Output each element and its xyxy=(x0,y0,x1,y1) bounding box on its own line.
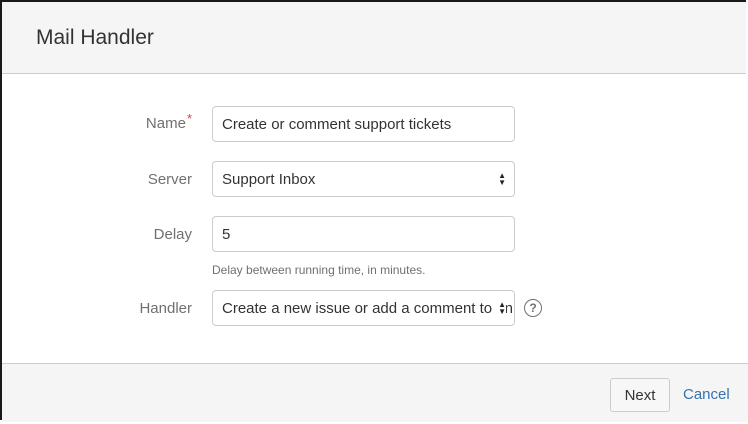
delay-label: Delay xyxy=(153,226,192,243)
delay-help-text: Delay between running time, in minutes. xyxy=(212,263,426,277)
select-arrows-icon: ▲ ▼ xyxy=(498,171,506,187)
server-select-value: Support Inbox xyxy=(222,170,316,188)
required-marker: * xyxy=(186,111,192,126)
select-arrows-icon: ▲ ▼ xyxy=(494,301,506,316)
dialog-body: Name* Create or comment support tickets … xyxy=(2,74,746,364)
handler-select-value: Create a new issue or add a comment to a… xyxy=(222,299,514,317)
server-label: Server xyxy=(147,171,192,188)
name-label: Name xyxy=(145,115,186,132)
question-circle-icon[interactable]: ? xyxy=(524,299,542,317)
handler-label: Handler xyxy=(139,300,192,317)
server-select[interactable]: Support Inbox ▲ ▼ xyxy=(212,161,515,197)
mail-handler-dialog: Mail Handler Name* Create or comment sup… xyxy=(0,0,748,422)
dialog-footer: Next Cancel xyxy=(2,363,748,422)
delay-input[interactable]: 5 xyxy=(212,216,515,252)
next-button[interactable]: Next xyxy=(610,378,670,412)
cancel-link[interactable]: Cancel xyxy=(683,386,730,403)
dialog-header: Mail Handler xyxy=(2,2,746,74)
name-input-value: Create or comment support tickets xyxy=(222,115,452,133)
name-input[interactable]: Create or comment support tickets xyxy=(212,106,515,142)
handler-select[interactable]: Create a new issue or add a comment to a… xyxy=(212,290,515,326)
name-label-group: Name* xyxy=(12,111,192,132)
dialog-title: Mail Handler xyxy=(36,25,154,49)
delay-input-value: 5 xyxy=(222,225,231,243)
